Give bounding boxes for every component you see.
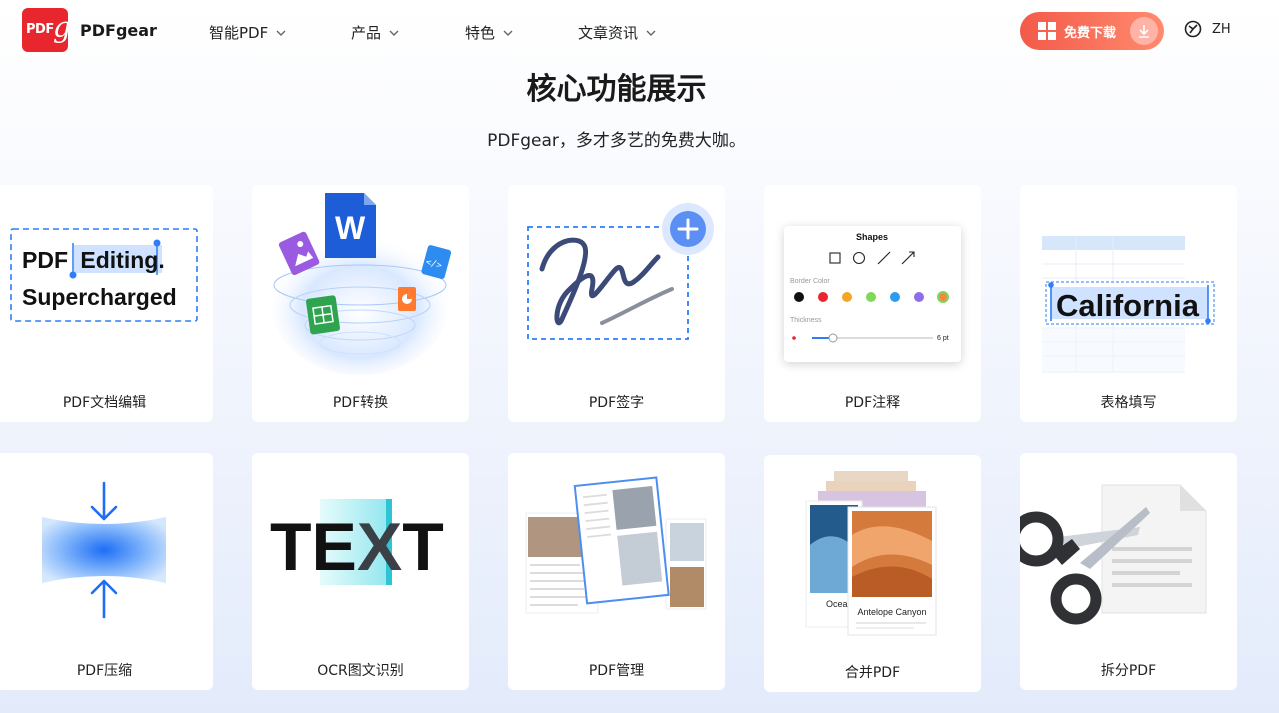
feature-card-label: 拆分PDF: [1100, 663, 1157, 679]
feature-card-pdf-sign[interactable]: PDF签字: [508, 185, 725, 422]
logo-letters: PDF: [26, 22, 54, 37]
logo-glyph: g: [53, 11, 71, 44]
edit-text-supercharged: Supercharged: [22, 284, 177, 310]
language-switcher[interactable]: ZH: [1184, 20, 1231, 38]
nav-item-products[interactable]: 产品: [351, 22, 399, 43]
shapes-panel: Shapes Border Color Thickness 6 pt: [784, 226, 961, 362]
edit-text-editing: Editing: [80, 247, 158, 273]
thickness-label: Thickness: [790, 317, 822, 324]
feature-card-pdf-manage[interactable]: PDF管理: [508, 453, 725, 690]
feature-card-label: OCR图文识别: [317, 663, 404, 679]
nav-item-label: 特色: [465, 24, 496, 42]
feature-card-label: PDF注释: [844, 395, 901, 411]
feature-card-split-pdf[interactable]: 拆分PDF: [1020, 453, 1237, 690]
word-letter: W: [335, 210, 366, 246]
thickness-slider-handle: [828, 333, 838, 343]
ocr-text-t: T: [402, 509, 444, 585]
brand-logo[interactable]: PDF g PDFgear: [22, 8, 157, 52]
thickness-value: 6 pt: [937, 335, 949, 342]
svg-text:PDF Editing.: PDF Editing.: [22, 247, 165, 273]
signature-stroke: [539, 237, 661, 326]
feature-card-merge-pdf[interactable]: Ocea Antelope Canyon 合并PDF: [764, 455, 981, 692]
chevron-down-icon: [389, 30, 399, 36]
feature-card-pdf-annotate[interactable]: Shapes Border Color Thickness 6 pt PDF注释: [764, 185, 981, 422]
ocr-text-x: X: [357, 509, 402, 585]
color-swatch: [866, 292, 876, 302]
pdf-editing-illustration: PDF Editing. Supercharged: [10, 228, 198, 322]
shapes-panel-title: Shapes: [856, 232, 888, 242]
form-fill-illustration: California: [1042, 236, 1215, 373]
selected-page: [573, 476, 670, 605]
nav-item-label: 文章资讯: [578, 24, 639, 42]
merge-pdf-illustration: Ocea Antelope Canyon: [805, 471, 937, 636]
form-cell-text: California: [1056, 288, 1200, 323]
nav-item-smart-pdf[interactable]: 智能PDF: [209, 22, 286, 43]
language-icon: [1184, 20, 1202, 38]
section-title: 核心功能展示: [526, 72, 707, 107]
ellipse-shape-icon: [852, 251, 866, 265]
chevron-down-icon: [276, 30, 286, 36]
chevron-down-icon: [503, 30, 513, 36]
feature-card-label: PDF压缩: [76, 663, 133, 679]
color-wheel-icon: [937, 291, 949, 303]
code-file-icon: </>: [421, 245, 452, 279]
arrow-shape-icon: [901, 251, 915, 265]
nav-item-features[interactable]: 特色: [465, 22, 513, 43]
feature-card-label: PDF文档编辑: [62, 395, 147, 411]
download-label: 免费下载: [1064, 25, 1117, 41]
download-icon: [1130, 17, 1158, 45]
spreadsheet-file-icon: [306, 295, 340, 335]
color-swatch: [842, 292, 852, 302]
pdfgear-logo-icon: PDF g: [22, 8, 71, 52]
nav-item-articles[interactable]: 文章资讯: [578, 22, 656, 43]
pdf-manage-illustration: [525, 476, 707, 614]
photo-label-ocean: Ocea: [826, 599, 848, 609]
color-swatch: [890, 292, 900, 302]
language-label: ZH: [1212, 21, 1231, 37]
border-color-label: Border Color: [790, 278, 830, 285]
feature-card-pdf-compress[interactable]: PDF压缩: [0, 453, 213, 690]
color-swatch: [818, 292, 828, 302]
document-icon: [1101, 484, 1207, 614]
word-file-icon: W: [325, 193, 376, 258]
photo-label-canyon: Antelope Canyon: [857, 607, 926, 617]
feature-card-form-fill[interactable]: California 表格填写: [1020, 185, 1237, 422]
presentation-file-icon: [398, 287, 416, 311]
line-shape-icon: [877, 251, 891, 265]
rectangle-shape-icon: [829, 252, 841, 264]
feature-card-label: 表格填写: [1100, 395, 1157, 411]
free-download-button[interactable]: 免费下载: [1020, 12, 1164, 50]
top-nav: PDF g PDFgear 智能PDF 产品 特色 文章资讯 免费下载 ZH: [0, 0, 1279, 64]
nav-item-label: 产品: [351, 24, 382, 42]
feature-card-ocr[interactable]: TEXT OCR图文识别: [252, 453, 469, 690]
windows-icon: [1038, 22, 1056, 40]
feature-card-label: PDF管理: [588, 663, 645, 679]
feature-card-label: PDF签字: [588, 395, 645, 411]
chevron-down-icon: [646, 30, 656, 36]
brand-name: PDFgear: [80, 20, 157, 40]
feature-card-pdf-editing[interactable]: PDF Editing. Supercharged PDF文档编辑: [0, 185, 213, 422]
feature-card-pdf-convert[interactable]: W </> PDF转换: [252, 185, 469, 422]
pdf-convert-illustration: W </>: [272, 193, 452, 375]
section-subtitle: PDFgear，多才多艺的免费大咖。: [487, 131, 746, 151]
edit-text-period: .: [158, 247, 164, 273]
svg-text:TEXT: TEXT: [270, 509, 444, 585]
pdf-compress-illustration: [42, 481, 166, 619]
color-swatch: [794, 292, 804, 302]
edit-text-pdf: PDF: [22, 247, 68, 273]
color-swatch: [914, 292, 924, 302]
feature-card-label: PDF转换: [332, 395, 389, 411]
ocr-text-te: TE: [270, 509, 357, 585]
split-pdf-illustration: [1020, 484, 1207, 625]
feature-card-label: 合并PDF: [844, 665, 901, 681]
pdf-sign-illustration: [527, 203, 714, 340]
photo-card-canyon: Antelope Canyon: [847, 506, 937, 636]
ocr-illustration: TEXT: [270, 499, 444, 585]
compressed-file-shape: [42, 517, 166, 583]
nav-item-label: 智能PDF: [209, 24, 269, 42]
